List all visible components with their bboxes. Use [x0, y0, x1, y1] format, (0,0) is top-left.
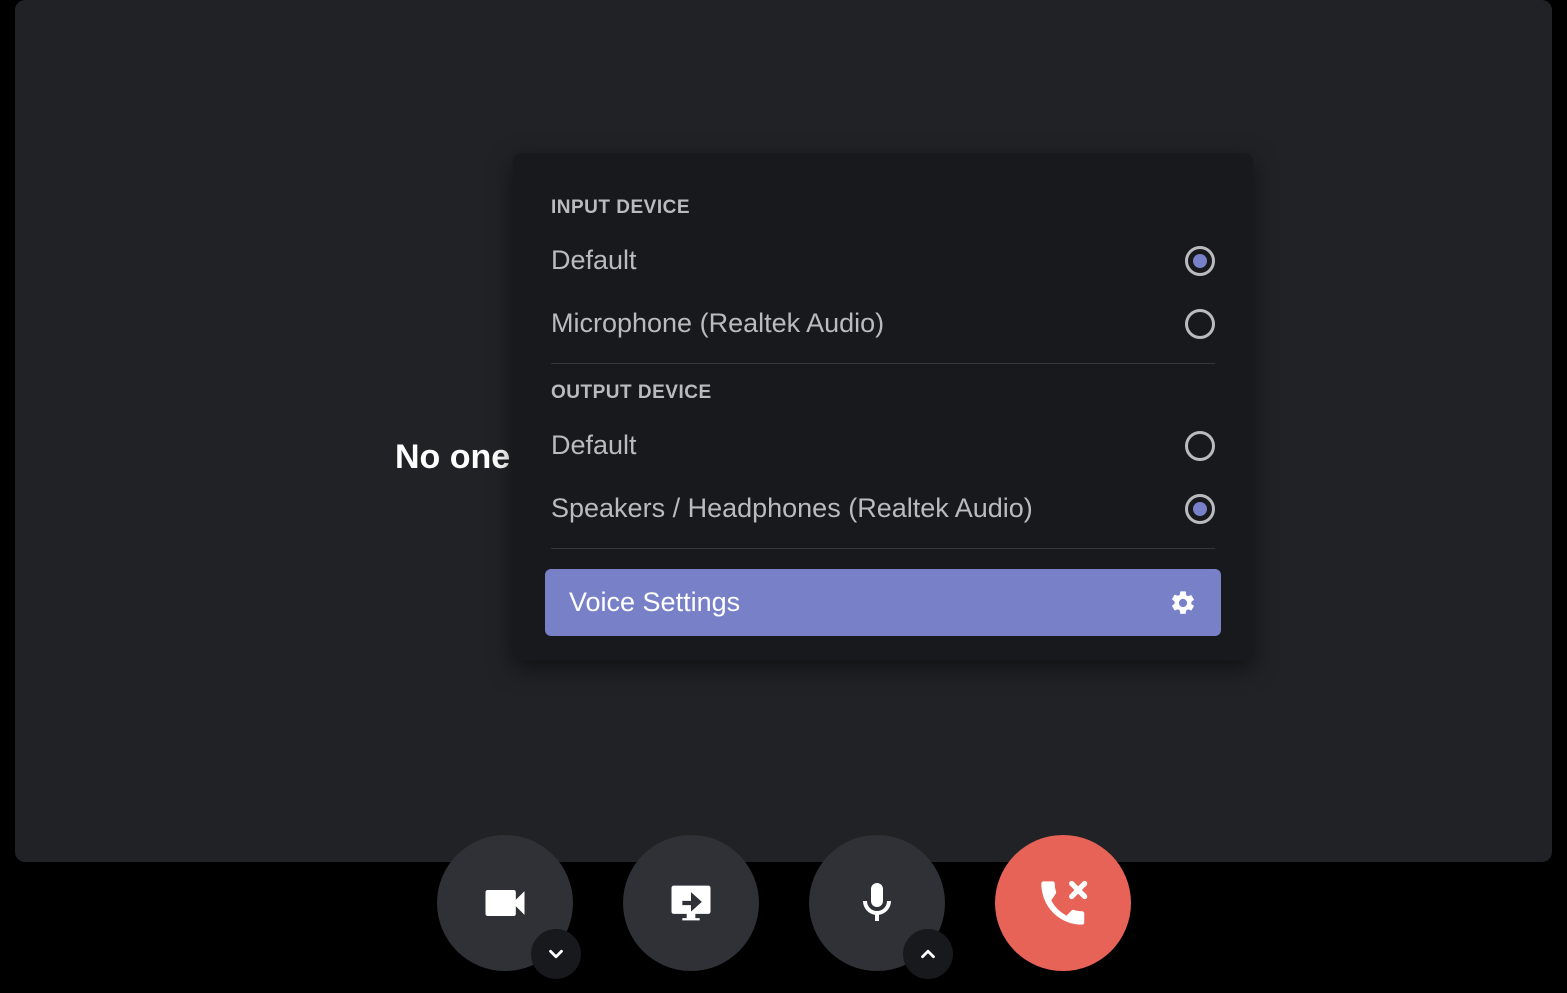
radio-icon: [1185, 309, 1215, 339]
radio-icon: [1185, 431, 1215, 461]
call-controls: [0, 835, 1567, 971]
radio-icon: [1185, 494, 1215, 524]
output-option-default[interactable]: Default: [537, 414, 1229, 477]
input-option-label: Default: [551, 245, 637, 276]
call-stage: No one Input Device Default Microphone (…: [15, 0, 1552, 862]
divider: [551, 548, 1215, 549]
disconnect-icon: [1037, 877, 1089, 929]
mic-button[interactable]: [809, 835, 945, 971]
output-device-header: Output Device: [537, 364, 1229, 414]
output-option-speakers[interactable]: Speakers / Headphones (Realtek Audio): [537, 477, 1229, 540]
empty-state-text: No one: [395, 438, 510, 477]
input-option-label: Microphone (Realtek Audio): [551, 308, 884, 339]
screenshare-icon: [665, 877, 717, 929]
input-option-default[interactable]: Default: [537, 229, 1229, 292]
video-icon: [479, 877, 531, 929]
output-option-label: Default: [551, 430, 637, 461]
screenshare-button[interactable]: [623, 835, 759, 971]
audio-device-popup: Input Device Default Microphone (Realtek…: [513, 153, 1253, 660]
input-option-mic[interactable]: Microphone (Realtek Audio): [537, 292, 1229, 355]
chevron-up-icon: [917, 943, 939, 965]
input-device-header: Input Device: [537, 179, 1229, 229]
mic-options-button[interactable]: [903, 929, 953, 979]
video-button[interactable]: [437, 835, 573, 971]
radio-icon: [1185, 246, 1215, 276]
disconnect-button[interactable]: [995, 835, 1131, 971]
voice-settings-button[interactable]: Voice Settings: [545, 569, 1221, 636]
output-option-label: Speakers / Headphones (Realtek Audio): [551, 493, 1033, 524]
gear-icon: [1169, 589, 1197, 617]
microphone-icon: [853, 879, 901, 927]
voice-settings-label: Voice Settings: [569, 587, 740, 618]
chevron-down-icon: [545, 943, 567, 965]
video-options-button[interactable]: [531, 929, 581, 979]
